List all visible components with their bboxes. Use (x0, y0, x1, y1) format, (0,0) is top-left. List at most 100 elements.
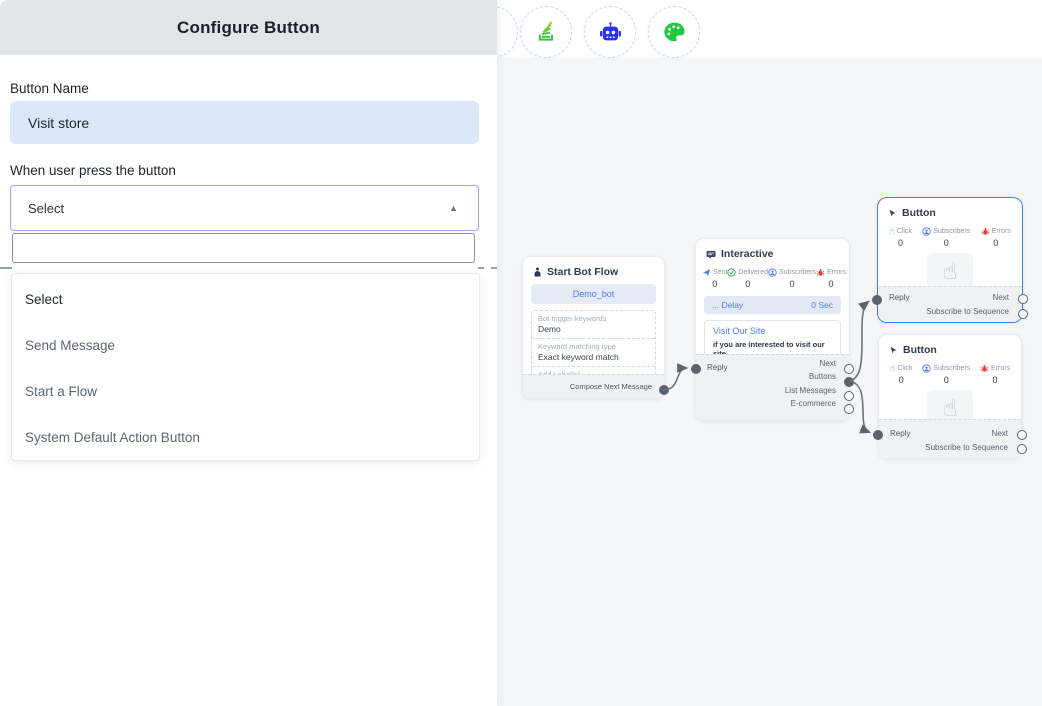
dashed-guide-right (478, 267, 497, 269)
interactive-node-footer: Reply Next Buttons List Messages E-comme… (696, 354, 849, 420)
flow-canvas[interactable]: Start Bot Flow Demo_bot Bot trigger keyw… (497, 0, 1042, 706)
stat-click: ☝ Click 0 (889, 227, 912, 248)
button-node-1-title: Button (902, 207, 936, 219)
stat-sent: Sent 0 (702, 268, 727, 289)
reply-label: Reply (707, 363, 727, 372)
interactive-node-title: Interactive (721, 248, 774, 260)
output-next-label: Next (993, 293, 1009, 302)
bot-person-icon (533, 267, 542, 277)
button-name-input[interactable]: Visit store (10, 101, 479, 144)
stat-click: ☝ Click 0 (890, 364, 913, 385)
button-1-next-handle[interactable] (1018, 294, 1028, 304)
panel-title: Configure Button (177, 18, 320, 38)
reply-label: Reply (890, 429, 910, 438)
option-system-default-action-button[interactable]: System Default Action Button (12, 414, 479, 460)
cursor-arrow-icon (888, 209, 897, 218)
output-next-label: Next (820, 359, 836, 368)
interactive-reply-handle[interactable] (691, 364, 701, 374)
button-node-1-header: Button (878, 198, 1022, 223)
action-select-value: Select (28, 201, 64, 216)
start-bot-flow-node[interactable]: Start Bot Flow Demo_bot Bot trigger keyw… (522, 256, 665, 399)
delay-label: ... Delay (712, 300, 743, 310)
button-2-stats: ☝ Click 0 Subscribers 0 (879, 360, 1021, 385)
start-node-header: Start Bot Flow (523, 257, 664, 282)
message-icon (706, 250, 716, 259)
hand-pointer-icon: ☝ (943, 260, 958, 284)
stat-subscribers: Subscribers 0 (768, 268, 816, 289)
interactive-stats: Sent 0 Delivered 0 (696, 264, 849, 289)
palette-icon (661, 19, 688, 46)
panel-header: Configure Button (0, 0, 497, 55)
output-list-messages-label: List Messages (785, 386, 836, 395)
option-start-a-flow[interactable]: Start a Flow (12, 368, 479, 414)
dropdown-options-list: Select Send Message Start a Flow System … (11, 273, 480, 461)
toolbar-button-theme[interactable] (648, 6, 700, 58)
caret-up-icon: ▲ (449, 203, 458, 213)
message-title: Visit Our Site (713, 326, 832, 336)
dropdown-search-input[interactable] (12, 233, 475, 263)
click-hand-icon: ☝ (889, 227, 894, 236)
action-select[interactable]: Select ▲ (10, 185, 479, 231)
output-buttons-label: Buttons (809, 372, 836, 381)
interactive-list-messages-handle[interactable] (844, 391, 854, 401)
button-node-1[interactable]: Button ☝ Click 0 (877, 197, 1023, 323)
layers-stack-icon (533, 19, 559, 45)
cursor-arrow-icon (889, 346, 898, 355)
interactive-next-handle[interactable] (844, 364, 854, 374)
interactive-node[interactable]: Interactive Sent 0 (695, 238, 850, 421)
button-node-2-title: Button (903, 344, 937, 356)
toolbar-button-bot[interactable] (584, 6, 636, 58)
bot-name-chip[interactable]: Demo_bot (531, 284, 656, 304)
stat-errors: Errors 0 (816, 268, 846, 289)
dashed-guide-left (0, 267, 12, 269)
button-name-value: Visit store (28, 115, 89, 131)
start-node-title: Start Bot Flow (547, 266, 618, 278)
button-node-2-footer: Reply Next Subscribe to Sequence (879, 419, 1021, 458)
button-1-subscribe-handle[interactable] (1018, 309, 1028, 319)
bug-icon (980, 364, 989, 373)
option-send-message[interactable]: Send Message (12, 322, 479, 368)
field-trigger-keywords[interactable]: Bot trigger keywords Demo (532, 311, 655, 339)
button-2-subscribe-handle[interactable] (1017, 444, 1027, 454)
interactive-buttons-handle[interactable] (844, 377, 854, 387)
stat-subscribers: Subscribers 0 (922, 227, 970, 248)
stat-errors: Errors 0 (981, 227, 1011, 248)
configure-button-panel: Configure Button Button Name Visit store… (0, 0, 497, 706)
button-2-reply-handle[interactable] (873, 430, 883, 440)
button-name-label: Button Name (10, 81, 89, 96)
option-select[interactable]: Select (12, 276, 479, 322)
output-subscribe-label: Subscribe to Sequence (926, 307, 1009, 316)
interactive-ecommerce-handle[interactable] (844, 404, 854, 414)
check-circle-icon (727, 268, 736, 277)
bug-icon (816, 268, 825, 277)
stat-delivered: Delivered 0 (727, 268, 768, 289)
interactive-node-header: Interactive (696, 239, 849, 264)
compose-next-message-label[interactable]: Compose Next Message (570, 382, 652, 391)
subscriber-icon (768, 268, 777, 277)
field-matching-type[interactable]: Keyword matching type Exact keyword matc… (532, 339, 655, 367)
paper-plane-icon (702, 268, 711, 277)
button-1-reply-handle[interactable] (872, 295, 882, 305)
hand-pointer-icon: ☝ (943, 397, 958, 421)
delay-bar[interactable]: ... Delay 0 Sec (704, 296, 841, 314)
start-node-footer: Compose Next Message (523, 374, 664, 398)
button-1-stats: ☝ Click 0 Subscribers 0 (878, 223, 1022, 248)
subscriber-icon (922, 227, 931, 236)
button-node-1-footer: Reply Next Subscribe to Sequence (878, 286, 1022, 322)
stat-errors: Errors 0 (980, 364, 1010, 385)
subscriber-icon (922, 364, 931, 373)
button-node-2-header: Button (879, 335, 1021, 360)
button-node-2[interactable]: Button ☝ Click 0 (878, 334, 1022, 459)
button-action-label: When user press the button (10, 163, 176, 178)
output-next-label: Next (992, 429, 1008, 438)
button-2-next-handle[interactable] (1017, 430, 1027, 440)
click-hand-icon: ☝ (890, 364, 895, 373)
robot-icon (597, 19, 624, 46)
flow-builder-app: Configure Button Button Name Visit store… (0, 0, 1042, 706)
toolbar-button-stack[interactable] (520, 6, 572, 58)
delay-value: 0 Sec (811, 300, 833, 310)
bug-icon (981, 227, 990, 236)
start-output-handle[interactable] (659, 385, 669, 395)
canvas-toolbar (497, 0, 1042, 58)
stat-subscribers: Subscribers 0 (922, 364, 970, 385)
